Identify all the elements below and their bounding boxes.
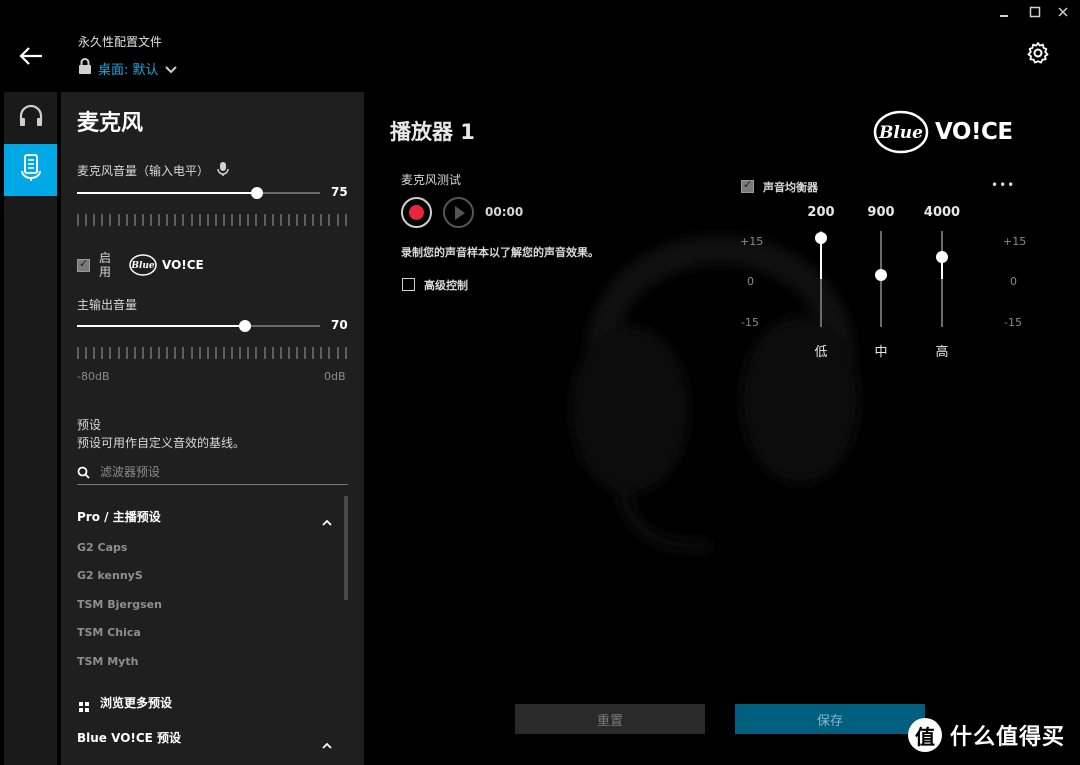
play-button[interactable]: [443, 197, 474, 228]
browse-more-presets-link[interactable]: 浏览更多预设: [100, 694, 172, 711]
more-options-icon[interactable]: •••: [991, 178, 1015, 192]
filter-presets-input[interactable]: 滤波器预设: [100, 463, 160, 480]
blue-voice-logo: Blue VO!CE: [128, 253, 204, 277]
profile-title: 永久性配置文件: [78, 35, 163, 49]
watermark-symbol: 值: [908, 718, 942, 752]
enable-blue-voice-checkbox[interactable]: [77, 257, 90, 272]
mic-volume-label: 麦克风音量（输入电平）: [77, 164, 210, 178]
range-max-label: 0dB: [324, 370, 346, 383]
profile-name: 桌面: 默认: [98, 62, 159, 78]
eq-scale-top-right: +15: [1003, 235, 1027, 248]
eq-band-track: [941, 231, 943, 327]
lock-icon: [78, 58, 92, 78]
eq-scale-mid-right: 0: [1010, 275, 1017, 288]
mic-volume-fill: [77, 192, 257, 194]
range-min-label: -80dB: [77, 370, 110, 383]
mic-test-label: 麦克风测试: [401, 173, 462, 187]
play-icon: [455, 205, 465, 220]
main-output-value: 70: [331, 318, 348, 332]
svg-text:Blue: Blue: [878, 123, 923, 143]
microphone-settings-icon: [20, 153, 42, 187]
presets-description: 预设可用作自定义音效的基线。: [77, 436, 246, 450]
mic-volume-value: 75: [331, 185, 348, 199]
recording-time: 00:00: [485, 205, 524, 219]
panel-title: 麦克风: [77, 111, 144, 136]
gear-icon[interactable]: [1026, 41, 1050, 65]
preset-item[interactable]: TSM Bjergsen: [77, 598, 162, 611]
svg-text:Blue: Blue: [130, 261, 155, 271]
watermark-text: 什么值得买: [950, 725, 1066, 750]
eq-band-name: 中: [874, 345, 888, 360]
headphones-icon: [18, 104, 44, 132]
presets-scrollbar[interactable]: [344, 496, 348, 600]
eq-band-slider-mid[interactable]: [875, 269, 887, 281]
chevron-up-icon[interactable]: [322, 734, 332, 753]
preset-item[interactable]: G2 Caps: [77, 541, 127, 554]
microphone-icon: [217, 161, 229, 181]
eq-band-freq: 200: [807, 205, 835, 220]
watermark: 值 什么值得买: [908, 718, 1065, 752]
equalizer-label: 声音均衡器: [763, 181, 818, 194]
equalizer-checkbox[interactable]: [741, 178, 754, 193]
eq-scale-bottom-right: -15: [1004, 316, 1022, 329]
mic-level-meter: [77, 214, 347, 226]
back-arrow-icon[interactable]: [18, 44, 44, 68]
main-output-label: 主输出音量: [77, 298, 138, 312]
eq-band-fill: [820, 238, 822, 279]
output-level-meter: [77, 347, 347, 359]
chevron-down-icon: [164, 59, 177, 78]
eq-band-slider-high[interactable]: [936, 251, 948, 263]
record-hint: 录制您的声音样本以了解您的声音效果。: [401, 246, 599, 259]
minimize-button[interactable]: [995, 6, 1013, 22]
profile-selector[interactable]: 桌面: 默认: [78, 58, 177, 78]
save-button[interactable]: 保存: [735, 704, 925, 734]
presets-title: 预设: [77, 418, 102, 432]
eq-scale-bottom-left: -15: [741, 316, 759, 329]
reset-button[interactable]: 重置: [515, 704, 705, 734]
preset-item[interactable]: TSM Chica: [77, 626, 141, 639]
search-icon: [77, 464, 90, 483]
eq-scale-top-left: +15: [740, 235, 764, 248]
eq-scale-mid-left: 0: [747, 275, 754, 288]
chevron-up-icon[interactable]: [322, 511, 332, 530]
preset-item[interactable]: TSM Myth: [77, 655, 138, 668]
eq-band-freq: 4000: [923, 205, 961, 220]
eq-band-name: 高: [935, 345, 949, 360]
grid-icon: [79, 697, 89, 716]
main-output-slider[interactable]: [239, 320, 251, 332]
enable-label: 启用: [99, 251, 112, 279]
mic-volume-slider[interactable]: [251, 187, 263, 199]
record-button[interactable]: [401, 197, 432, 228]
advanced-control-label: 高级控制: [424, 279, 468, 292]
preset-item[interactable]: G2 kennyS: [77, 569, 143, 582]
maximize-button[interactable]: [1026, 6, 1044, 22]
eq-band-slider-low[interactable]: [815, 232, 827, 244]
filter-input-underline: [77, 484, 348, 485]
main-output-fill: [77, 325, 245, 327]
eq-band-freq: 900: [867, 205, 895, 220]
eq-band-name: 低: [814, 345, 828, 360]
record-icon: [409, 205, 424, 220]
close-button[interactable]: [1054, 6, 1072, 22]
rail-headphones-button[interactable]: [4, 92, 57, 144]
advanced-control-checkbox[interactable]: [402, 278, 415, 291]
brand-logo: Blue VO!CE: [873, 110, 1013, 154]
player-title: 播放器 1: [390, 120, 475, 144]
preset-group-blue-voice[interactable]: Blue VO!CE 预设: [77, 729, 181, 746]
preset-group-pro[interactable]: Pro / 主播预设: [77, 508, 161, 525]
rail-microphone-button[interactable]: [4, 144, 57, 196]
